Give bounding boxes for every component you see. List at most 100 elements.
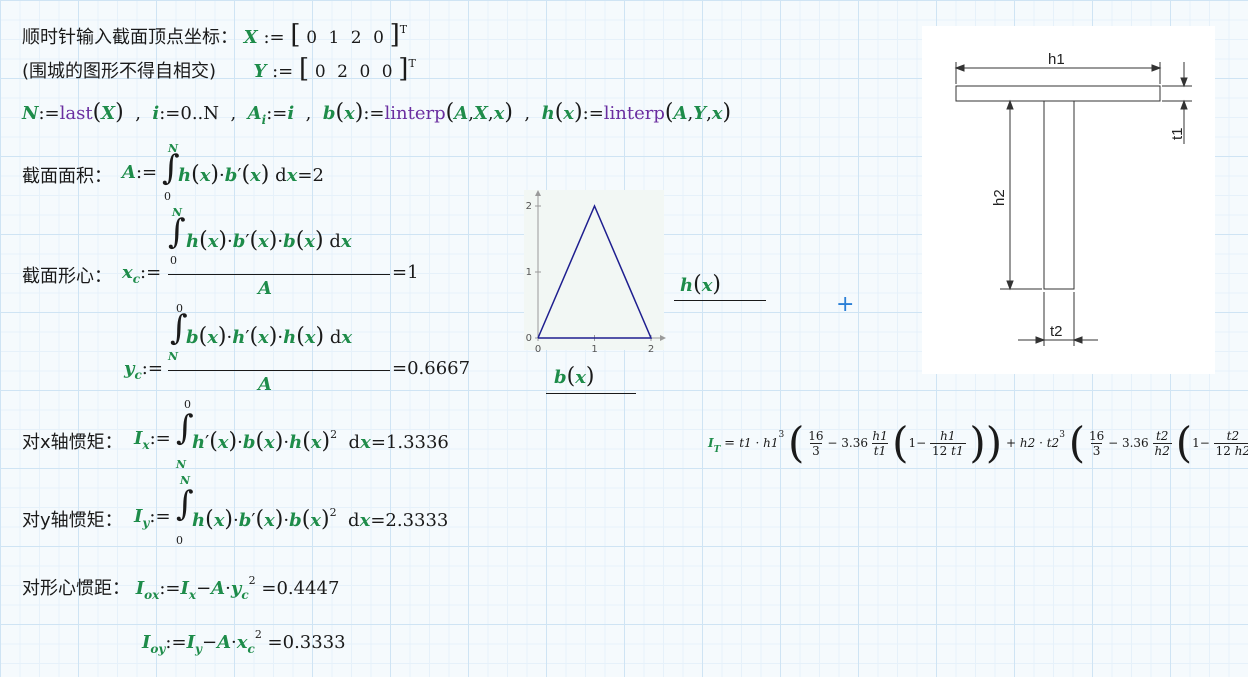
row-area[interactable]: 截面面积： A:= N ∫ 0 h(x)·b′(x) dx=2: [22, 142, 352, 206]
iox-A: A: [211, 578, 226, 599]
x-yc1: x: [207, 327, 218, 348]
row-x-input[interactable]: 顺时针输入截面顶点坐标： X := [ 0 1 2 0 ]T: [22, 20, 407, 50]
x-ix3: x: [310, 432, 322, 453]
var-xc: x: [122, 262, 133, 283]
it-12a: 12: [932, 444, 948, 458]
fn-h-def: h: [541, 103, 555, 124]
arg-X: X: [101, 103, 116, 124]
it-one-b: 1: [1192, 436, 1200, 450]
it-frac2-h2: h2: [1234, 444, 1248, 458]
ylabel-h: h: [680, 275, 694, 296]
x-tick-label-0: 0: [535, 344, 541, 355]
sub-yc: c: [134, 368, 142, 382]
t-flange: [955, 85, 1161, 102]
crosshair-cursor-icon: +: [836, 292, 855, 317]
transpose-x: T: [399, 23, 408, 36]
dx-ix: x: [360, 432, 371, 453]
it-16a: 16: [808, 429, 824, 443]
sub-xc: c: [132, 272, 141, 286]
result-iy: 2.3333: [385, 510, 449, 531]
it-frac-t1: t1: [873, 444, 887, 458]
transpose-y: T: [408, 57, 416, 70]
label-centroid: 截面形心：: [22, 266, 112, 287]
it-h2: h2: [1019, 436, 1036, 450]
y-matrix-1: 2: [337, 62, 348, 82]
result-xc: 1: [407, 262, 419, 283]
row-yc[interactable]: 0 ∫ N b(x)·h′(x)·h(x) dx yc:= =0.6667 A: [22, 302, 470, 398]
it-frac-t2: t2: [1155, 429, 1169, 443]
y-matrix-2: 0: [359, 62, 371, 82]
ioy-Iy: I: [186, 632, 195, 653]
label-t1: t1: [1169, 127, 1186, 140]
fraction-line-yc: [168, 370, 390, 371]
x-yc3: x: [304, 327, 316, 348]
plot-x-axis-label[interactable]: b(x): [554, 364, 595, 389]
y-label-underline: [674, 300, 766, 301]
it-16b: 16: [1088, 429, 1105, 443]
label-no-self-intersect: (围城的图形不得自相交): [22, 61, 217, 82]
fn-last: last: [59, 103, 93, 124]
row-iy[interactable]: 对y轴惯矩： Iy:= N ∫ 0 h(x)·b′(x)·b(x)2 dx=2.…: [22, 474, 492, 550]
x-xc1: x: [207, 231, 219, 252]
lower-limit-xc: 0: [170, 254, 177, 267]
b-area: b: [224, 165, 238, 186]
iox-yc-sub: c: [241, 588, 249, 602]
x-iy3: x: [310, 510, 322, 531]
var-yc: y: [124, 358, 135, 379]
x-ix2: x: [264, 432, 275, 453]
row-xc[interactable]: N ∫ 0 h(x)·b′(x)·b(x) dx 截面形心： xc:= =1 A: [22, 206, 422, 302]
label-h1: h1: [1048, 51, 1065, 68]
b-xc2: b: [283, 231, 296, 252]
fn-linterp-h: linterp: [603, 103, 665, 124]
it-3a: 3: [810, 443, 822, 458]
b-iy1: b: [238, 510, 252, 531]
var-Iox: I: [135, 578, 145, 599]
arg-x1: x: [344, 103, 355, 124]
it-lhs-sub: T: [713, 445, 721, 455]
row-ioy[interactable]: Ioy:=Iy−A·xc2 =0.3333: [142, 628, 346, 656]
b-xc1: b: [232, 231, 246, 252]
fn-b-def: b: [322, 103, 336, 124]
arg-Y2: Y: [693, 103, 707, 124]
dx-yc: x: [341, 327, 353, 348]
ioy-xc: x: [236, 632, 248, 653]
var-X: X: [243, 27, 258, 48]
arg-A2: A: [673, 103, 688, 124]
var-Y: Y: [253, 61, 267, 82]
label-area: 截面面积：: [22, 166, 112, 187]
it-frac2-h1: h1: [940, 429, 956, 443]
it-frac-h1: h1: [872, 429, 888, 443]
x-iy1: x: [213, 510, 225, 531]
sub-Ioy: oy: [150, 642, 166, 656]
integral-symbol-xc: ∫: [168, 212, 186, 252]
row-y-input[interactable]: (围城的图形不得自相交) Y := [ 0 2 0 0 ]T: [22, 54, 416, 84]
x-matrix-2: 2: [350, 28, 362, 48]
iox-Ix: I: [180, 578, 189, 599]
x-iy2: x: [264, 510, 275, 531]
it-formula[interactable]: IT = t1 · h13 ( 16 3 − 3.36 h1 t1 (1− h1 12…: [708, 418, 1248, 467]
plot-y-axis-label[interactable]: h(x): [680, 272, 721, 297]
denominator-xc: A: [258, 278, 272, 299]
it-t1: t1: [739, 436, 752, 450]
h-yc1: h: [232, 327, 246, 348]
it-t2: t2: [1046, 436, 1060, 450]
it-336b: 3.36: [1121, 436, 1149, 450]
row-definitions[interactable]: N:=last(X) , i:=0..N , Ai:=i , b(x):=lin…: [22, 100, 731, 127]
it-h1: h1: [763, 436, 779, 450]
x-matrix-1: 1: [328, 28, 340, 48]
y-matrix-3: 0: [381, 62, 393, 82]
row-iox[interactable]: 对形心惯距： Iox:=Ix−A·yc2 =0.4447: [22, 574, 339, 602]
result-area: 2: [312, 165, 324, 186]
result-yc: 0.6667: [407, 358, 471, 379]
x-matrix-3: 0: [373, 28, 384, 48]
row-ix[interactable]: 对x轴惯矩： Ix:= 0 ∫ N h′(x)·b(x)·h(x)2 dx=1.…: [22, 398, 492, 474]
x-matrix-0: 0: [306, 28, 318, 48]
x-area2: x: [250, 165, 261, 186]
it-frac2-t2: t2: [1226, 429, 1240, 443]
dx-iy: x: [359, 510, 371, 531]
xlabel-x: x: [575, 367, 586, 388]
sub-Ix: x: [142, 438, 150, 452]
x-area1: x: [199, 165, 211, 186]
x-tick-label-1: 1: [591, 344, 597, 355]
xy-plot[interactable]: 0 1 2 0 1 2: [520, 186, 680, 366]
